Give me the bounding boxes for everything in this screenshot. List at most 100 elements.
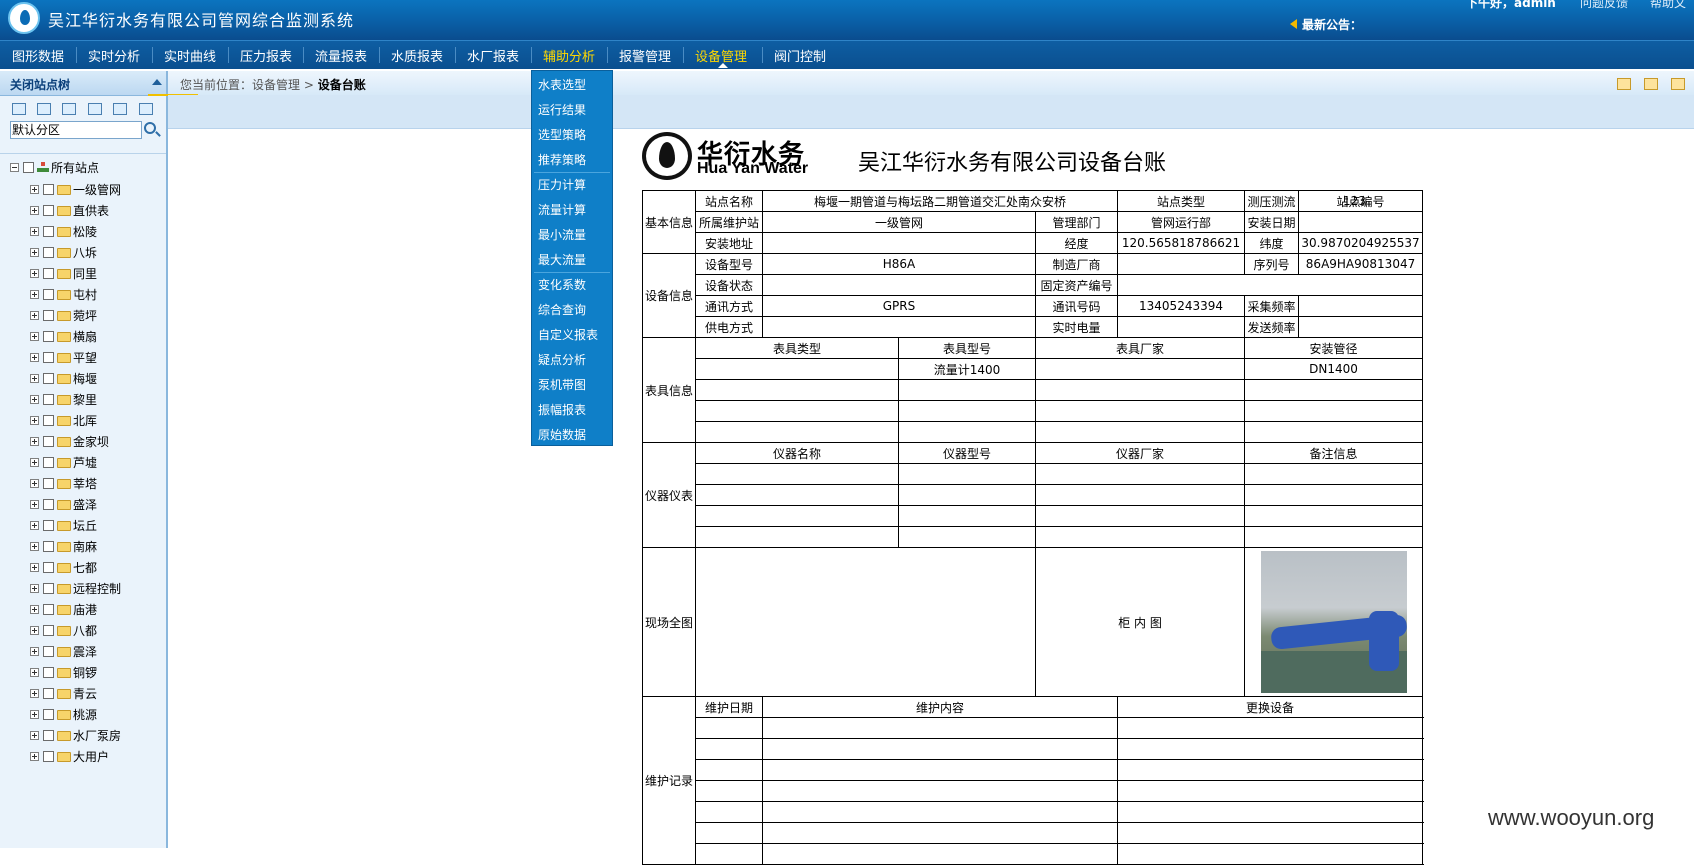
tree-checkbox[interactable] — [43, 268, 54, 279]
tree-checkbox[interactable] — [43, 583, 54, 594]
expand-toggle-icon[interactable] — [30, 332, 39, 341]
nav-flow-report[interactable]: 流量报表 — [315, 46, 367, 65]
nav-realtime-curve[interactable]: 实时曲线 — [164, 46, 216, 65]
tree-node[interactable]: 青云 — [30, 685, 97, 701]
add-record-icon[interactable] — [1644, 78, 1658, 90]
expand-toggle-icon[interactable] — [30, 710, 39, 719]
expand-toggle-icon[interactable] — [30, 500, 39, 509]
close-station-tree-toggle[interactable]: 关闭站点树 — [10, 76, 70, 93]
expand-toggle-icon[interactable] — [30, 206, 39, 215]
tree-checkbox[interactable] — [43, 751, 54, 762]
tree-node[interactable]: 铜锣 — [30, 664, 97, 680]
expand-toggle-icon[interactable] — [30, 689, 39, 698]
tree-node[interactable]: 水厂泵房 — [30, 727, 121, 743]
expand-toggle-icon[interactable] — [30, 752, 39, 761]
menu-item-raw-data[interactable]: 原始数据 — [538, 426, 586, 443]
expand-toggle-icon[interactable] — [30, 626, 39, 635]
nav-aux-analysis[interactable]: 辅助分析 — [543, 46, 595, 65]
nav-realtime-analysis[interactable]: 实时分析 — [88, 46, 140, 65]
tree-node[interactable]: 八坼 — [30, 244, 97, 260]
nav-valve-control[interactable]: 阀门控制 — [774, 46, 826, 65]
tree-checkbox[interactable] — [43, 247, 54, 258]
tree-node[interactable]: 远程控制 — [30, 580, 121, 596]
tree-checkbox[interactable] — [23, 162, 34, 173]
search-zoom-icon[interactable] — [1617, 78, 1631, 90]
tree-checkbox[interactable] — [43, 184, 54, 195]
tree-checkbox[interactable] — [43, 394, 54, 405]
nav-water-quality-report[interactable]: 水质报表 — [391, 46, 443, 65]
expand-toggle-icon[interactable] — [30, 374, 39, 383]
tree-checkbox[interactable] — [43, 709, 54, 720]
tree-checkbox[interactable] — [43, 688, 54, 699]
notice-label[interactable]: 最新公告： — [1302, 16, 1362, 33]
expand-toggle-icon[interactable] — [30, 437, 39, 446]
tree-node[interactable]: 八都 — [30, 622, 97, 638]
tree-checkbox[interactable] — [43, 730, 54, 741]
expand-toggle-icon[interactable] — [30, 416, 39, 425]
tree-node[interactable]: 坛丘 — [30, 517, 97, 533]
expand-toggle-icon[interactable] — [30, 647, 39, 656]
expand-toggle-icon[interactable] — [30, 395, 39, 404]
tree-node[interactable]: 平望 — [30, 349, 97, 365]
tree-node[interactable]: 南麻 — [30, 538, 97, 554]
expand-toggle-icon[interactable] — [30, 248, 39, 257]
tree-checkbox[interactable] — [43, 352, 54, 363]
expand-toggle-icon[interactable] — [30, 311, 39, 320]
tree-checkbox[interactable] — [43, 289, 54, 300]
menu-item-max-flow[interactable]: 最大流量 — [538, 251, 586, 268]
tree-node[interactable]: 金家坝 — [30, 433, 109, 449]
tree-node[interactable]: 直供表 — [30, 202, 109, 218]
tree-checkbox[interactable] — [43, 520, 54, 531]
feedback-link[interactable]: 问题反馈 — [1580, 0, 1628, 11]
menu-item-run-result[interactable]: 运行结果 — [538, 101, 586, 118]
expand-toggle-icon[interactable] — [30, 353, 39, 362]
menu-item-suspect-analysis[interactable]: 疑点分析 — [538, 351, 586, 368]
tree-checkbox[interactable] — [43, 646, 54, 657]
menu-item-variation-coef[interactable]: 变化系数 — [538, 276, 586, 293]
menu-item-pump-chart[interactable]: 泵机带图 — [538, 376, 586, 393]
tree-checkbox[interactable] — [43, 205, 54, 216]
menu-item-selection-strategy[interactable]: 选型策略 — [538, 126, 586, 143]
edit-icon[interactable] — [113, 103, 127, 115]
expand-toggle-icon[interactable] — [30, 290, 39, 299]
expand-toggle-icon[interactable] — [30, 479, 39, 488]
tree-checkbox[interactable] — [43, 541, 54, 552]
tree-root-all-stations[interactable]: 所有站点 — [10, 159, 99, 175]
tree-node[interactable]: 菀坪 — [30, 307, 97, 323]
tree-checkbox[interactable] — [43, 667, 54, 678]
tree-node[interactable]: 盛泽 — [30, 496, 97, 512]
list-view-icon[interactable] — [62, 103, 76, 115]
tree-node[interactable]: 七都 — [30, 559, 97, 575]
expand-toggle-icon[interactable] — [30, 269, 39, 278]
tree-node[interactable]: 松陵 — [30, 223, 97, 239]
nav-pressure-report[interactable]: 压力报表 — [240, 46, 292, 65]
search-icon[interactable] — [144, 122, 156, 134]
tree-node[interactable]: 莘塔 — [30, 475, 97, 491]
menu-item-min-flow[interactable]: 最小流量 — [538, 226, 586, 243]
tree-node[interactable]: 横扇 — [30, 328, 97, 344]
expand-toggle-icon[interactable] — [30, 731, 39, 740]
zone-search-input[interactable]: 默认分区 — [10, 121, 142, 139]
expand-toggle-icon[interactable] — [30, 458, 39, 467]
tree-checkbox[interactable] — [43, 457, 54, 468]
tree-node[interactable]: 震泽 — [30, 643, 97, 659]
tree-checkbox[interactable] — [43, 625, 54, 636]
expand-toggle-icon[interactable] — [30, 227, 39, 236]
export-icon[interactable] — [139, 103, 153, 115]
cabinet-photo[interactable] — [1260, 551, 1407, 693]
expand-toggle-icon[interactable] — [30, 584, 39, 593]
tree-node[interactable]: 一级管网 — [30, 181, 121, 197]
breadcrumb-parent-link[interactable]: 设备管理 — [252, 78, 300, 92]
nav-plant-report[interactable]: 水厂报表 — [467, 46, 519, 65]
collapse-up-icon[interactable] — [152, 79, 162, 85]
expand-icon[interactable] — [88, 103, 102, 115]
tree-checkbox[interactable] — [43, 478, 54, 489]
menu-item-pressure-calc[interactable]: 压力计算 — [538, 176, 586, 193]
tree-node[interactable]: 大用户 — [30, 748, 109, 764]
nav-graphic-data[interactable]: 图形数据 — [12, 46, 64, 65]
tree-checkbox[interactable] — [43, 331, 54, 342]
nav-alarm-management[interactable]: 报警管理 — [619, 46, 671, 65]
tree-checkbox[interactable] — [43, 310, 54, 321]
expand-toggle-icon[interactable] — [30, 668, 39, 677]
expand-toggle-icon[interactable] — [30, 521, 39, 530]
